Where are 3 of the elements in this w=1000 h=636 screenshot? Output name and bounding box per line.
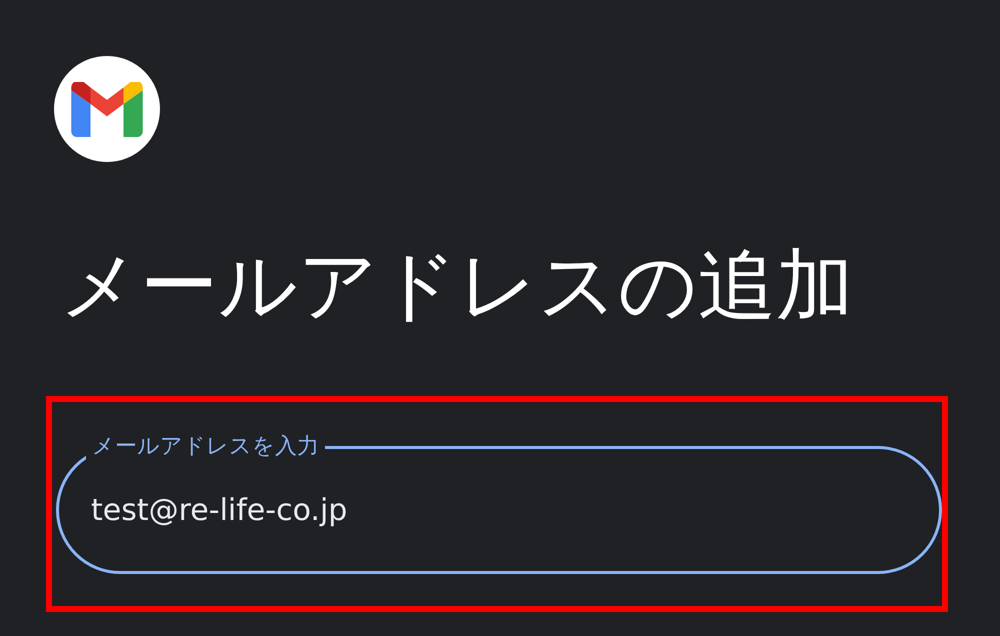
floating-label: メールアドレスを入力	[86, 434, 325, 460]
page-title: メールアドレスの追加	[60, 240, 855, 333]
envelope-m-icon	[71, 82, 143, 136]
